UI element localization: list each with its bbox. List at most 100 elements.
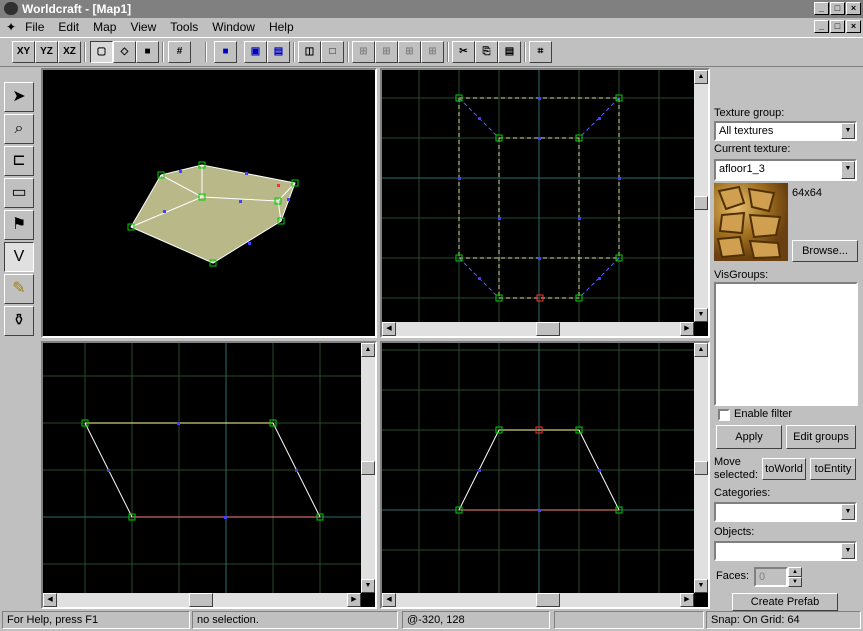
to-entity-button[interactable]: toEntity	[810, 458, 856, 480]
title-bar: Worldcraft - [Map1] _ □ ×	[0, 0, 863, 18]
move-selected-label-2: selected:	[714, 469, 759, 481]
status-selection: no selection.	[192, 611, 398, 629]
viewport-3d[interactable]	[41, 68, 377, 338]
tool-palette: ➤ ⌕ ⊏ ▭ ⚑ V ✎ ⚱	[4, 82, 38, 338]
viewport-front-canvas	[43, 343, 361, 593]
decal-tool-icon[interactable]: ⚱	[4, 306, 34, 336]
menu-help[interactable]: Help	[262, 20, 301, 34]
pointer-tool-icon[interactable]: ➤	[4, 82, 34, 112]
wireframe-view-icon[interactable]: ▢	[90, 41, 113, 63]
texture-apply-tool-icon[interactable]: ✎	[4, 274, 34, 304]
status-bar: For Help, press F1 no selection. @-320, …	[0, 609, 863, 631]
textured-view-icon[interactable]: ■	[136, 41, 159, 63]
enable-filter-checkbox[interactable]	[718, 409, 730, 421]
chevron-down-icon[interactable]: ▼	[841, 543, 855, 559]
objects-label: Objects:	[714, 526, 755, 538]
viewport-side[interactable]: ▲ ▼ ◀ ▶	[380, 341, 710, 609]
cut-icon[interactable]: ✂	[452, 41, 475, 63]
categories-label: Categories:	[714, 487, 771, 499]
chevron-down-icon[interactable]: ▼	[841, 161, 855, 179]
maximize-button[interactable]: □	[830, 2, 845, 15]
menu-window[interactable]: Window	[205, 20, 262, 34]
texture-preview	[714, 183, 788, 261]
show-objects-icon[interactable]: □	[321, 41, 344, 63]
texture-group-value: All textures	[719, 125, 774, 137]
current-texture-value: afloor1_3	[719, 163, 765, 175]
visgroups-label: VisGroups:	[714, 269, 769, 281]
enable-filter-label: Enable filter	[734, 408, 793, 420]
copy-icon[interactable]: ⎘	[475, 41, 498, 63]
viewport-top-vscroll[interactable]: ▲ ▼	[694, 70, 708, 322]
current-texture-label: Current texture:	[714, 143, 791, 155]
menu-tools[interactable]: Tools	[163, 20, 205, 34]
grid-icon[interactable]: #	[168, 41, 191, 63]
texture-group-select[interactable]: All textures ▼	[714, 121, 857, 141]
viewport-front[interactable]: ▲ ▼ ◀ ▶	[41, 341, 377, 609]
tie-entity-icon[interactable]: ▤	[267, 41, 290, 63]
viewport-3d-canvas	[127, 161, 299, 267]
align-left-icon[interactable]: ⊞	[352, 41, 375, 63]
viewport-top-canvas	[382, 70, 694, 322]
menu-view[interactable]: View	[123, 20, 163, 34]
menu-file[interactable]: File	[18, 20, 51, 34]
minimize-button[interactable]: _	[814, 2, 829, 15]
current-texture-select[interactable]: afloor1_3 ▼	[714, 159, 857, 181]
menu-bar: ✦ File Edit Map View Tools Window Help _…	[0, 18, 863, 36]
menu-edit[interactable]: Edit	[51, 20, 86, 34]
faces-input[interactable]: 0	[754, 567, 788, 587]
viewport-top[interactable]: ▲ ▼ ◀ ▶	[380, 68, 710, 338]
faces-down-icon[interactable]: ▼	[788, 577, 802, 587]
view-xz-button[interactable]: XZ	[58, 41, 81, 63]
paste-icon[interactable]: ▤	[498, 41, 521, 63]
move-selected-label-1: Move	[714, 456, 741, 468]
flat-view-icon[interactable]: ◇	[113, 41, 136, 63]
viewport-front-hscroll[interactable]: ◀ ▶	[43, 593, 361, 607]
status-help: For Help, press F1	[2, 611, 190, 629]
objects-select[interactable]: ▼	[714, 541, 857, 561]
chevron-down-icon[interactable]: ▼	[841, 123, 855, 139]
status-blank	[554, 611, 704, 629]
child-restore-button[interactable]: □	[830, 20, 845, 33]
align-right-icon[interactable]: ⊞	[375, 41, 398, 63]
viewport-side-hscroll[interactable]: ◀ ▶	[382, 593, 694, 607]
view-yz-button[interactable]: YZ	[35, 41, 58, 63]
texture-group-label: Texture group:	[714, 107, 785, 119]
categories-select[interactable]: ▼	[714, 502, 857, 522]
faces-up-icon[interactable]: ▲	[788, 567, 802, 577]
faces-label: Faces:	[716, 570, 750, 582]
align-bottom-icon[interactable]: ⊞	[421, 41, 444, 63]
magnify-tool-icon[interactable]: ⌕	[4, 114, 34, 144]
status-coords: @-320, 128	[402, 611, 550, 629]
viewport-side-vscroll[interactable]: ▲ ▼	[694, 343, 708, 593]
edit-groups-button[interactable]: Edit groups	[786, 425, 856, 449]
viewport-top-hscroll[interactable]: ◀ ▶	[382, 322, 694, 336]
texture-pattern	[716, 185, 782, 260]
texture-size: 64x64	[792, 187, 822, 199]
status-snap: Snap: On Grid: 64	[706, 611, 861, 629]
vertex-tool-icon[interactable]: V	[4, 242, 34, 272]
hide-objects-icon[interactable]: ◫	[298, 41, 321, 63]
entity-tool-icon[interactable]: ⚑	[4, 210, 34, 240]
block-tool-icon[interactable]: ▭	[4, 178, 34, 208]
viewport-front-vscroll[interactable]: ▲ ▼	[361, 343, 375, 593]
close-button[interactable]: ×	[846, 2, 861, 15]
chevron-down-icon[interactable]: ▼	[841, 504, 855, 520]
align-top-icon[interactable]: ⊞	[398, 41, 421, 63]
child-minimize-button[interactable]: _	[814, 20, 829, 33]
apply-button[interactable]: Apply	[716, 425, 782, 449]
app-icon	[4, 2, 18, 15]
viewport-side-canvas	[382, 343, 694, 593]
visgroups-list[interactable]	[714, 282, 858, 406]
group-icon[interactable]: ■	[214, 41, 237, 63]
child-close-button[interactable]: ×	[846, 20, 861, 33]
window-title: Worldcraft - [Map1]	[22, 2, 132, 16]
to-world-button[interactable]: toWorld	[762, 458, 806, 480]
ungroup-icon[interactable]: ▣	[244, 41, 267, 63]
browse-button[interactable]: Browse...	[792, 240, 858, 262]
carve-icon[interactable]: ⌗	[529, 41, 552, 63]
doc-icon[interactable]: ✦	[4, 20, 18, 34]
menu-map[interactable]: Map	[86, 20, 123, 34]
main-toolbar: XY YZ XZ ▢ ◇ ■ # ■ ▣ ▤ ◫ □ ⊞ ⊞ ⊞ ⊞ ✂ ⎘ ▤…	[0, 37, 863, 67]
camera-tool-icon[interactable]: ⊏	[4, 146, 34, 176]
view-xy-button[interactable]: XY	[12, 41, 35, 63]
